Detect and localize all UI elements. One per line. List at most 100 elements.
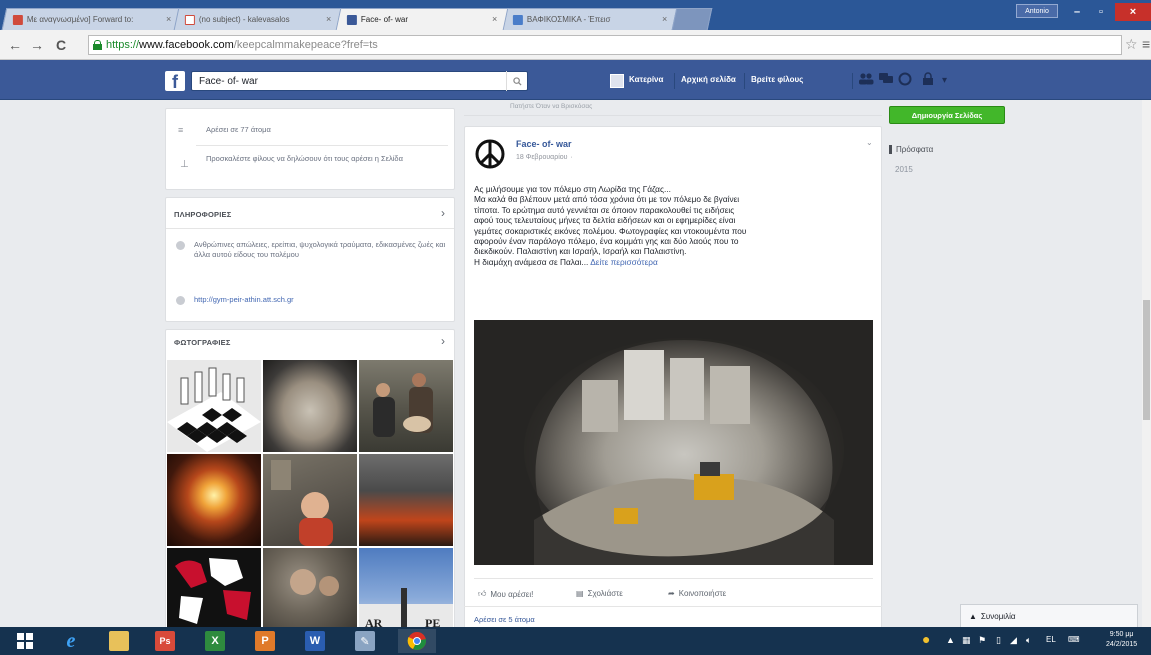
browser-tab[interactable]: (no subject) - kalevasalos × <box>173 8 343 30</box>
like-button[interactable]: 👍︎ Μου αρέσει! <box>478 589 533 599</box>
reload-icon[interactable]: C <box>56 37 66 53</box>
minimize-button[interactable]: – <box>1064 3 1090 21</box>
privacy-lock-icon[interactable] <box>922 72 934 88</box>
about-section-title[interactable]: ΠΛΗΡΟΦΟΡΙΕΣ <box>174 210 231 219</box>
bookmark-star-icon[interactable]: ☆ <box>1125 36 1138 53</box>
maximize-button[interactable]: ▫ <box>1088 3 1114 21</box>
back-arrow-icon[interactable]: ← <box>8 37 22 53</box>
nav-home[interactable]: Αρχική σελίδα <box>681 75 736 84</box>
comment-icon: ▤ <box>576 589 584 598</box>
close-icon[interactable]: × <box>166 14 171 24</box>
scrollbar[interactable] <box>1142 100 1151 627</box>
clock-date: 24/2/2015 <box>1106 641 1138 648</box>
window-close-button[interactable]: × <box>1115 3 1151 21</box>
peace-symbol-icon[interactable] <box>474 138 506 170</box>
notification-icon[interactable]: ● <box>922 631 930 647</box>
photo-thumbnail[interactable] <box>167 360 261 452</box>
post-text-line: Η διαμάχη ανάμεσα σε Παλαι... Δείτε περι… <box>474 257 874 267</box>
avatar[interactable] <box>610 74 624 88</box>
browser-tab-active[interactable]: Face- of- war × <box>335 8 509 30</box>
post-text-line: διεκδικούν. Παλαιστίνη και Ισραήλ, Ισραή… <box>474 246 687 257</box>
friend-requests-icon[interactable] <box>858 72 874 88</box>
internet-explorer-icon[interactable]: e <box>52 629 90 653</box>
post-page-name[interactable]: Face- of- war <box>516 139 572 149</box>
browser-tab[interactable]: Με αναγνωσμένο] Forward to: × <box>1 8 183 30</box>
excel-icon[interactable]: X <box>196 629 234 653</box>
like-count-icon: ≡ <box>178 125 184 135</box>
volume-icon[interactable]: 🔈︎ <box>1026 635 1031 646</box>
facebook-logo[interactable]: f <box>165 71 185 91</box>
forward-arrow-icon[interactable]: → <box>30 37 44 53</box>
divider <box>166 228 454 229</box>
about-description: Ανθρώπινες απώλειες, ερείπια, ψυχολογικά… <box>194 240 446 259</box>
scrollbar-thumb[interactable] <box>1143 300 1150 420</box>
post-time[interactable]: 18 Φεβρουαρίου <box>516 154 567 161</box>
divider <box>674 73 675 89</box>
chrome-icon[interactable] <box>398 629 436 653</box>
chevron-right-icon[interactable]: › <box>441 334 445 348</box>
network-icon[interactable]: ▦ <box>962 635 971 646</box>
photo-thumbnail[interactable] <box>167 454 261 546</box>
share-button[interactable]: ➦ Κοινοποιήστε <box>668 589 726 598</box>
post-text-line: γεμάτες σοκαριστικές εικόνες πολέμου. Φω… <box>474 225 747 236</box>
close-icon[interactable]: × <box>326 14 331 24</box>
start-button[interactable] <box>6 629 44 653</box>
timeline-2015[interactable]: 2015 <box>889 165 913 174</box>
comment-button[interactable]: ▤ Σχολιάστε <box>576 589 623 598</box>
menu-icon[interactable]: ≡ <box>1142 36 1150 52</box>
post-text-line: τίποτα. Το ερώτημα αυτό γεννιέται σε όπο… <box>474 204 735 215</box>
photo-thumbnail[interactable] <box>263 360 357 452</box>
photo-thumbnail[interactable] <box>263 548 357 628</box>
system-clock[interactable]: 9:50 μμ 24/2/2015 <box>1106 630 1137 650</box>
language-indicator[interactable]: EL <box>1046 635 1056 644</box>
invite-icon: ⊥ <box>180 159 189 170</box>
battery-icon[interactable]: ▯ <box>996 635 1001 646</box>
search-icon[interactable] <box>506 71 528 91</box>
photo-thumbnail[interactable] <box>263 454 357 546</box>
notifications-icon[interactable] <box>898 72 912 89</box>
browser-tab[interactable]: ΒΑΦΙΚΟΣΜΙΚΑ - Έπεισ × <box>501 8 679 30</box>
prev-post-fragment: Πατήστε Όταν να Βρισκόσας <box>510 103 593 110</box>
flag-icon[interactable]: ⚑ <box>978 635 986 646</box>
post-text-line: αφορούν έναν παράλογο πόλεμο, ένα κομμάτ… <box>474 236 739 247</box>
site-icon <box>512 14 523 25</box>
photo-thumbnail[interactable] <box>359 360 453 452</box>
paint-icon[interactable]: ✎ <box>346 629 384 653</box>
search-input[interactable]: Face- of- war <box>191 71 528 91</box>
signal-icon[interactable]: ◢ <box>1010 635 1017 646</box>
photoshop-icon[interactable]: Ps <box>146 629 184 653</box>
profile-badge[interactable]: Antonio <box>1016 4 1058 18</box>
word-icon[interactable]: W <box>296 629 334 653</box>
invite-friends-link[interactable]: Προσκαλέστε φίλους να δηλώσουν ότι τους … <box>206 154 446 164</box>
show-hidden-icons[interactable]: ▲ <box>946 635 955 645</box>
nav-profile[interactable]: Κατερίνα <box>629 75 663 84</box>
website-link[interactable]: http://gym-peir-athin.att.sch.gr <box>194 295 294 305</box>
photo-thumbnail[interactable] <box>359 454 453 546</box>
url-input[interactable]: https://www.facebook.com/keepcalmmakepea… <box>88 35 1122 55</box>
keyboard-icon[interactable]: ⌨ <box>1068 635 1080 644</box>
timeline-recent[interactable]: Πρόσφατα <box>889 145 933 154</box>
close-icon[interactable]: × <box>492 14 497 24</box>
post-text-line: Μα καλά θα βλέπουν μετά από τόσα χρόνια … <box>474 194 740 205</box>
post-likes-count[interactable]: Αρέσει σε 5 άτομα <box>474 615 535 624</box>
powerpoint-icon[interactable]: P <box>246 629 284 653</box>
close-icon[interactable]: × <box>662 14 667 24</box>
post-photo[interactable] <box>474 320 873 565</box>
divider <box>196 145 448 146</box>
nav-find-friends[interactable]: Βρείτε φίλους <box>751 75 803 84</box>
photos-section-title[interactable]: ΦΩΤΟΓΡΑΦΙΕΣ <box>174 338 231 347</box>
chevron-down-icon[interactable]: ⌄ <box>866 138 873 147</box>
share-icon: ➦ <box>668 589 675 598</box>
see-more-link[interactable]: Δείτε περισσότερα <box>590 257 658 267</box>
divider <box>474 578 873 579</box>
new-tab-button[interactable] <box>671 8 713 30</box>
chevron-down-icon[interactable]: ▾ <box>942 75 947 86</box>
browser-tab-strip: Με αναγνωσμένο] Forward to: × (no subjec… <box>0 0 1151 30</box>
file-explorer-icon[interactable] <box>100 629 138 653</box>
chat-sidebar-toggle[interactable]: ▲ Συνομιλία <box>960 604 1138 628</box>
photo-thumbnail[interactable] <box>167 548 261 628</box>
chevron-right-icon[interactable]: › <box>441 206 445 220</box>
photo-thumbnail[interactable]: AR PE <box>359 548 453 628</box>
create-page-button[interactable]: Δημιουργία Σελίδας <box>889 106 1005 124</box>
messages-icon[interactable] <box>878 72 894 88</box>
